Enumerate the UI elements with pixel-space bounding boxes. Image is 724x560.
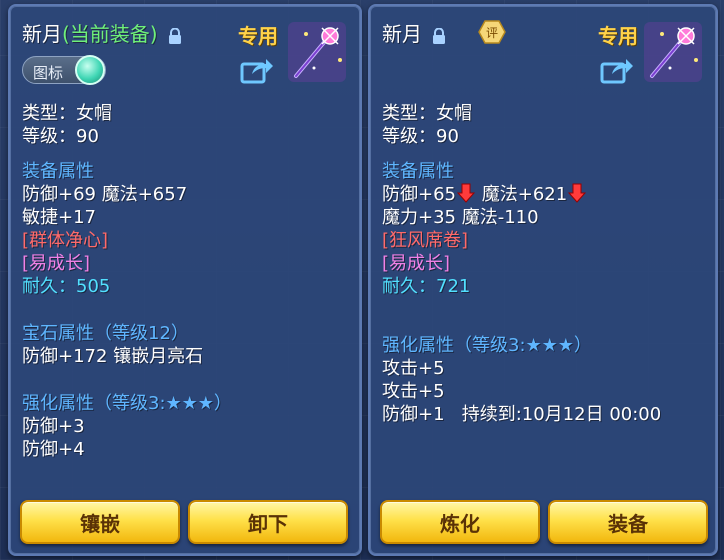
- refine-button[interactable]: 炼化: [380, 500, 540, 544]
- inlay-button[interactable]: 镶嵌: [20, 500, 180, 544]
- icon-toggle[interactable]: 图标: [22, 55, 106, 85]
- defense-value: 防御+65: [382, 184, 456, 205]
- item-attributes: 类型：女帽 等级：90 装备属性 防御+65 魔法+621 魔力+35 魔法-1…: [382, 102, 661, 426]
- durability-value: 505: [76, 276, 111, 297]
- gem-attr-title: 宝石属性（等级12）: [22, 323, 189, 344]
- equip-attr-line-2: 敏捷+17: [22, 207, 96, 228]
- enhance-attr-line-2: 防御+4: [22, 439, 85, 460]
- wand-icon: [644, 22, 702, 82]
- wand-icon: [288, 22, 346, 82]
- rating-badge-text: 评: [486, 26, 498, 40]
- item-attributes: 类型：女帽 等级：90 装备属性 防御+69 魔法+657 敏捷+17 [群体净…: [22, 102, 232, 461]
- item-name: 新月(当前装备): [22, 18, 182, 47]
- share-icon[interactable]: [240, 56, 274, 84]
- lock-icon: [168, 27, 181, 44]
- durability-value: 721: [436, 276, 471, 297]
- level-line: 等级：90: [382, 126, 459, 147]
- lock-icon: [433, 27, 446, 44]
- enhance-attr-title: 强化属性（等级3:★★★）: [22, 393, 232, 414]
- exclusive-label: 专用: [238, 24, 278, 48]
- equip-attr-line-2: 魔力+35 魔法-110: [382, 207, 539, 228]
- item-name: 新月: [382, 18, 446, 47]
- durability-line: 耐久：505: [22, 275, 232, 298]
- enhance-attr-line-2: 攻击+5: [382, 381, 445, 402]
- level-line: 等级：90: [22, 126, 99, 147]
- toggle-label: 图标: [33, 64, 64, 82]
- durability-label: 耐久：: [382, 276, 436, 297]
- special-effect-1: [群体净心]: [22, 230, 109, 251]
- exclusive-label: 专用: [598, 24, 638, 48]
- item-name-text: 新月: [382, 22, 422, 46]
- special-effect-2: [易成长]: [382, 253, 451, 274]
- special-effect-2: [易成长]: [22, 253, 91, 274]
- enhance-attr-title: 强化属性（等级3:★★★）: [382, 335, 592, 356]
- equip-button[interactable]: 装备: [548, 500, 708, 544]
- enhance-attr-line-1: 攻击+5: [382, 358, 445, 379]
- enhance-attr-line-1: 防御+3: [22, 416, 85, 437]
- type-line: 类型：女帽: [382, 103, 472, 124]
- magic-value: 魔法+621: [481, 184, 568, 205]
- current-equipped-tag: (当前装备): [62, 22, 158, 46]
- enhance-attr-line-3: 防御+1 持续到:10月12日 00:00: [382, 403, 661, 426]
- item-name-text: 新月: [22, 22, 62, 46]
- share-icon[interactable]: [600, 56, 634, 84]
- equipped-item-tooltip: 新月(当前装备) 专用 图标 类型：女帽 等级：90 装备属性 防御+69 魔法…: [8, 4, 362, 556]
- enhance-value: 防御+1: [382, 404, 445, 425]
- compare-item-tooltip: 新月 评 专用 类型：女帽 等级：90 装备属性 防御+65 魔法+621 魔力…: [368, 4, 718, 556]
- equip-attr-title: 装备属性: [382, 161, 454, 182]
- down-arrow-icon: [457, 183, 475, 203]
- unequip-button[interactable]: 卸下: [188, 500, 348, 544]
- toggle-knob: [75, 55, 105, 85]
- durability-line: 耐久：721: [382, 275, 661, 298]
- rating-badge-icon[interactable]: 评: [478, 20, 506, 44]
- equip-attr-line-1: 防御+65 魔法+621: [382, 183, 661, 206]
- equip-attr-line-1: 防御+69 魔法+657: [22, 184, 188, 205]
- special-effect-1: [狂风席卷]: [382, 230, 469, 251]
- durability-label: 耐久：: [22, 276, 76, 297]
- expire-time: 持续到:10月12日 00:00: [461, 404, 662, 425]
- gem-attr-line: 防御+172 镶嵌月亮石: [22, 346, 204, 367]
- equip-attr-title: 装备属性: [22, 161, 94, 182]
- down-arrow-icon: [568, 183, 587, 203]
- type-line: 类型：女帽: [22, 103, 112, 124]
